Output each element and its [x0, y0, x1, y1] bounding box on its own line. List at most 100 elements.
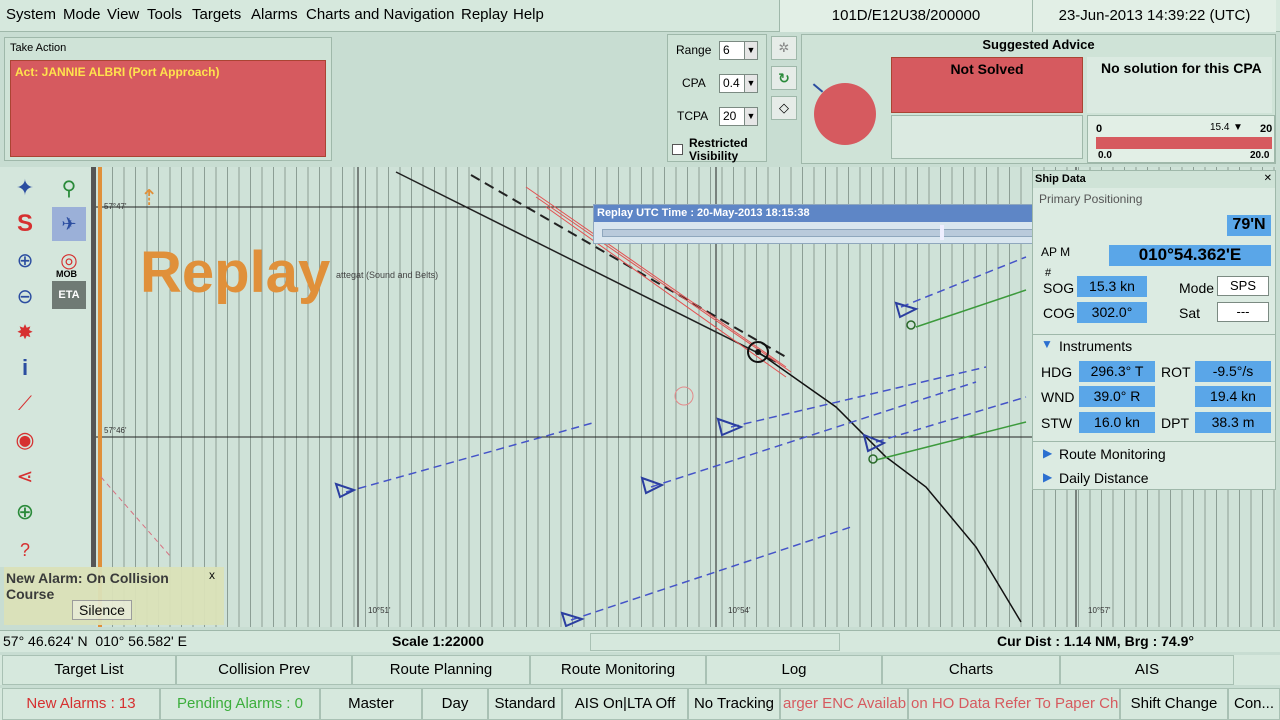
menu-help[interactable]: Help: [513, 6, 544, 23]
zoom-in-icon[interactable]: ⊕: [8, 243, 42, 277]
standard-button[interactable]: Standard: [488, 688, 562, 720]
restricted-visibility-checkbox[interactable]: [672, 144, 683, 155]
new-alarms-count[interactable]: New Alarms : 13: [2, 688, 160, 720]
chevron-right-icon[interactable]: ▶: [1043, 470, 1052, 484]
toolbar-scrollbar[interactable]: [91, 167, 96, 567]
cog-label: COG: [1043, 305, 1075, 321]
latitude-value: 79'N: [1227, 215, 1271, 236]
eraser-icon[interactable]: ◇: [771, 96, 797, 120]
scale-min2: 0.0: [1098, 150, 1112, 161]
scale-max: 20: [1260, 123, 1273, 135]
dpt-label: DPT: [1161, 415, 1189, 431]
tab-log[interactable]: Log: [706, 655, 882, 685]
suggested-advice-panel: Suggested Advice Not Solved No solution …: [801, 34, 1276, 164]
compass-icon[interactable]: ✦: [8, 171, 42, 205]
primary-positioning[interactable]: Primary Positioning: [1039, 192, 1142, 206]
area-name-label: attegat (Sound and Belts): [336, 270, 438, 280]
stw-value: 16.0 kn: [1079, 412, 1155, 433]
eta-button[interactable]: ETA: [52, 281, 86, 309]
tab-bar: Target List Collision Prev Route Plannin…: [0, 655, 1280, 685]
tab-charts[interactable]: Charts: [882, 655, 1060, 685]
advice-title: Suggested Advice: [982, 37, 1095, 52]
tab-route-monitoring[interactable]: Route Monitoring: [530, 655, 706, 685]
zoom-out-icon[interactable]: ⊖: [8, 279, 42, 313]
silence-button[interactable]: Silence: [72, 600, 132, 620]
tab-ais[interactable]: AIS: [1060, 655, 1234, 685]
stw-label: STW: [1041, 415, 1073, 431]
chevron-down-icon[interactable]: ▼: [744, 107, 758, 126]
s-icon[interactable]: S: [8, 207, 42, 241]
cog-value: 302.0°: [1077, 302, 1147, 323]
crosshair-icon[interactable]: ⊕: [8, 495, 42, 529]
refresh-icon[interactable]: ↻: [771, 66, 797, 90]
menu-mode[interactable]: Mode: [63, 6, 101, 23]
share-icon[interactable]: ⋖: [8, 459, 42, 493]
status-bar: 57° 46.624' N 010° 56.582' E Scale 1:220…: [0, 630, 1280, 652]
scatter-icon[interactable]: ✸: [8, 315, 42, 349]
help-icon[interactable]: ?: [8, 533, 42, 567]
chevron-down-icon[interactable]: ▼: [744, 74, 758, 93]
left-toolbar: ✦ ⚲ S ✈ ⊕ ◎ MOB ⊖ ETA ✸ i ⟋ ◉ ⋖ ⊕ ?: [0, 167, 96, 567]
menu-view[interactable]: View: [107, 6, 139, 23]
hash-label: #: [1045, 267, 1052, 279]
menu-charts-navigation[interactable]: Charts and Navigation: [306, 6, 454, 23]
lon-1-label: 10°51': [368, 606, 391, 615]
menu-replay[interactable]: Replay: [461, 6, 508, 23]
route-monitoring-header[interactable]: Route Monitoring: [1059, 446, 1166, 462]
marker-arrow-icon: ▼: [1233, 122, 1243, 133]
tracking-button[interactable]: No Tracking: [688, 688, 780, 720]
cursor-distance: Cur Dist : 1.14 NM, Brg : 74.9°: [997, 633, 1194, 649]
target-icon[interactable]: ◉: [8, 423, 42, 457]
master-button[interactable]: Master: [320, 688, 422, 720]
rot-label: ROT: [1161, 364, 1191, 380]
sat-value: ---: [1217, 302, 1269, 322]
lon-3-label: 10°57': [1088, 606, 1111, 615]
daily-distance-header[interactable]: Daily Distance: [1059, 470, 1148, 486]
tcpa-label: TCPA: [677, 109, 709, 123]
gear-icon[interactable]: ✲: [771, 36, 797, 60]
day-button[interactable]: Day: [422, 688, 488, 720]
tab-collision-prev[interactable]: Collision Prev: [176, 655, 352, 685]
hdg-label: HDG: [1041, 364, 1073, 380]
replay-slider-handle[interactable]: [940, 225, 944, 240]
advice-message-box: No solution for this CPA: [1087, 57, 1272, 113]
take-action-message: Act: JANNIE ALBRI (Port Approach): [15, 65, 220, 79]
rot-value: -9.5°/s: [1195, 361, 1271, 382]
shift-change-button[interactable]: Shift Change: [1120, 688, 1228, 720]
measure-icon[interactable]: ⟋: [8, 387, 42, 421]
cpa-settings-panel: Range 6 ▼ CPA 0.4 ▼ TCPA 20 ▼ Restricted…: [667, 34, 767, 163]
heading-tick: [812, 83, 824, 93]
replay-watermark: Replay: [140, 240, 331, 305]
chevron-down-icon[interactable]: ▼: [1041, 337, 1053, 351]
mode-value: SPS: [1217, 276, 1269, 296]
instruments-header[interactable]: Instruments: [1059, 338, 1132, 354]
zoom-pan-icon[interactable]: ⚲: [52, 171, 86, 205]
lat-top-label: 57°47': [104, 202, 127, 211]
close-icon[interactable]: x: [209, 568, 215, 582]
sat-label: Sat: [1179, 305, 1201, 321]
menu-alarms[interactable]: Alarms: [251, 6, 298, 23]
chevron-right-icon[interactable]: ▶: [1043, 446, 1052, 460]
advice-status-box: Not Solved: [891, 57, 1083, 113]
tab-target-list[interactable]: Target List: [2, 655, 176, 685]
pending-alarms-count[interactable]: Pending Alarms : 0: [160, 688, 320, 720]
menu-system[interactable]: System: [6, 6, 56, 23]
ais-lta-button[interactable]: AIS On|LTA Off: [562, 688, 688, 720]
menu-tools[interactable]: Tools: [147, 6, 182, 23]
wnd-label: WND: [1041, 389, 1075, 405]
mob-label: MOB: [56, 269, 77, 279]
scale-max2: 20.0: [1250, 150, 1270, 161]
north-arrow-icon: ⇡: [140, 185, 159, 210]
menu-targets[interactable]: Targets: [192, 6, 241, 23]
take-action-box[interactable]: Act: JANNIE ALBRI (Port Approach): [10, 60, 326, 157]
alarm-bar: New Alarms : 13 Pending Alarms : 0 Maste…: [0, 688, 1280, 720]
con-button[interactable]: Con...: [1228, 688, 1280, 720]
replay-progress[interactable]: [602, 229, 1050, 237]
sog-value: 15.3 kn: [1077, 276, 1147, 297]
route-tool-icon[interactable]: ✈: [52, 207, 86, 241]
chevron-down-icon[interactable]: ▼: [744, 41, 758, 60]
close-icon[interactable]: ✕: [1264, 173, 1272, 184]
dpt-value: 38.3 m: [1195, 412, 1271, 433]
info-icon[interactable]: i: [8, 351, 42, 385]
tab-route-planning[interactable]: Route Planning: [352, 655, 530, 685]
